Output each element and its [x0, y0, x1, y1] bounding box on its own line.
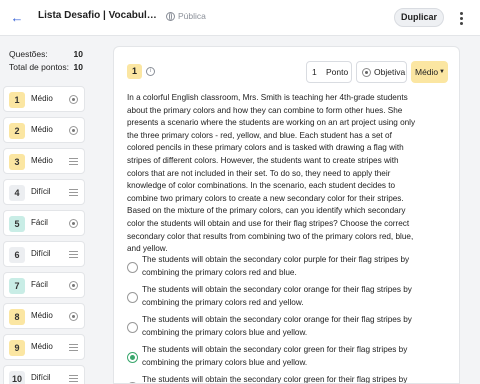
total-points-row: Total de pontos: 10 — [9, 61, 83, 74]
question-list-item[interactable]: 5 Fácil — [3, 210, 85, 236]
question-number: 6 — [9, 247, 25, 263]
text-lines-icon — [69, 344, 78, 351]
radio-icon[interactable] — [127, 292, 138, 303]
question-number-badge: 1 — [127, 64, 142, 79]
question-type-label: Objetiva — [374, 67, 406, 77]
question-difficulty: Difícil — [31, 187, 51, 196]
radio-button-icon — [69, 126, 78, 135]
question-number: 10 — [9, 371, 25, 384]
radio-button-icon — [69, 219, 78, 228]
text-lines-icon — [69, 189, 78, 196]
answer-option[interactable]: The students will obtain the secondary c… — [127, 344, 417, 370]
question-difficulty: Difícil — [31, 249, 51, 258]
difficulty-dropdown[interactable]: Médio ▼ — [411, 61, 448, 83]
question-difficulty: Médio — [31, 311, 53, 320]
radio-icon[interactable] — [127, 322, 138, 333]
answer-option[interactable]: The students will obtain the secondary c… — [127, 284, 417, 310]
question-list-item[interactable]: 4 Difícil — [3, 179, 85, 205]
questions-count-row: Questões: 10 — [9, 48, 83, 61]
question-number: 7 — [9, 278, 25, 294]
question-list-item[interactable]: 2 Médio — [3, 117, 85, 143]
question-difficulty: Médio — [31, 125, 53, 134]
question-list-item[interactable]: 10 Difícil — [3, 365, 85, 384]
answer-option-text: The students will obtain the secondary c… — [142, 285, 412, 307]
question-sidebar: Questões: 10 Total de pontos: 10 1 Médio 2… — [0, 44, 92, 384]
question-text: In a colorful English classroom, Mrs. Sm… — [127, 93, 416, 254]
question-number: 9 — [9, 340, 25, 356]
question-number: 3 — [9, 154, 25, 170]
globe-icon — [166, 11, 175, 21]
answer-option-text: The students will obtain the secondary c… — [142, 375, 408, 384]
question-number: 2 — [9, 123, 25, 139]
radio-button-icon — [69, 95, 78, 104]
question-difficulty: Médio — [31, 156, 53, 165]
answer-option-text: The students will obtain the secondary c… — [142, 345, 408, 367]
question-list-item[interactable]: 1 Médio — [3, 86, 85, 112]
visibility-label: Pública — [178, 11, 206, 21]
kebab-menu-icon[interactable] — [455, 9, 467, 27]
question-number: 4 — [9, 185, 25, 201]
radio-button-icon — [69, 281, 78, 290]
back-button[interactable]: ← — [8, 9, 26, 27]
question-difficulty: Médio — [31, 342, 53, 351]
question-difficulty: Médio — [31, 94, 53, 103]
question-number: 5 — [9, 216, 25, 232]
question-editor: 1 i 1 Ponto Objetiva Médio ▼ In a colorf… — [113, 46, 460, 384]
question-list-item[interactable]: 9 Médio — [3, 334, 85, 360]
points-value: 1 — [312, 67, 317, 77]
list-summary: Questões: 10 Total de pontos: 10 — [0, 44, 92, 78]
info-icon[interactable]: i — [146, 67, 155, 76]
page-title: Lista Desafio | Vocabulário... — [38, 10, 160, 21]
questions-count-value: 10 — [73, 49, 83, 59]
answer-option-text: The students will obtain the secondary c… — [142, 315, 412, 337]
top-bar: ← Lista Desafio | Vocabulário... Pública… — [0, 0, 480, 36]
question-list-item[interactable]: 8 Médio — [3, 303, 85, 329]
text-lines-icon — [69, 251, 78, 258]
question-difficulty: Fácil — [31, 218, 48, 227]
total-points-value: 10 — [73, 62, 83, 72]
total-points-label: Total de pontos: — [9, 62, 70, 72]
answer-option[interactable]: The students will obtain the secondary c… — [127, 314, 417, 340]
difficulty-label: Médio — [415, 67, 439, 77]
points-field[interactable]: 1 Ponto — [306, 61, 352, 83]
radio-selected-icon[interactable] — [127, 352, 138, 363]
points-unit: Ponto — [326, 67, 349, 77]
visibility-indicator: Pública — [166, 11, 206, 21]
question-list-item[interactable]: 3 Médio — [3, 148, 85, 174]
duplicate-button[interactable]: Duplicar — [394, 8, 444, 27]
radio-button-icon — [69, 312, 78, 321]
text-lines-icon — [69, 158, 78, 165]
radio-icon — [362, 68, 371, 77]
text-lines-icon — [69, 375, 78, 382]
question-difficulty: Fácil — [31, 280, 48, 289]
arrow-left-icon: ← — [10, 10, 24, 25]
question-number: 8 — [9, 309, 25, 325]
answer-option[interactable]: The students will obtain the secondary c… — [127, 254, 417, 280]
questions-count-label: Questões: — [9, 49, 48, 59]
question-list-item[interactable]: 6 Difícil — [3, 241, 85, 267]
question-difficulty: Difícil — [31, 373, 51, 382]
question-list-item[interactable]: 7 Fácil — [3, 272, 85, 298]
answer-option[interactable]: The students will obtain the secondary c… — [127, 374, 417, 384]
answer-option-text: The students will obtain the secondary c… — [142, 255, 410, 277]
question-type-selector[interactable]: Objetiva — [356, 61, 407, 83]
chevron-down-icon: ▼ — [439, 69, 445, 75]
question-number: 1 — [9, 92, 25, 108]
radio-icon[interactable] — [127, 262, 138, 273]
